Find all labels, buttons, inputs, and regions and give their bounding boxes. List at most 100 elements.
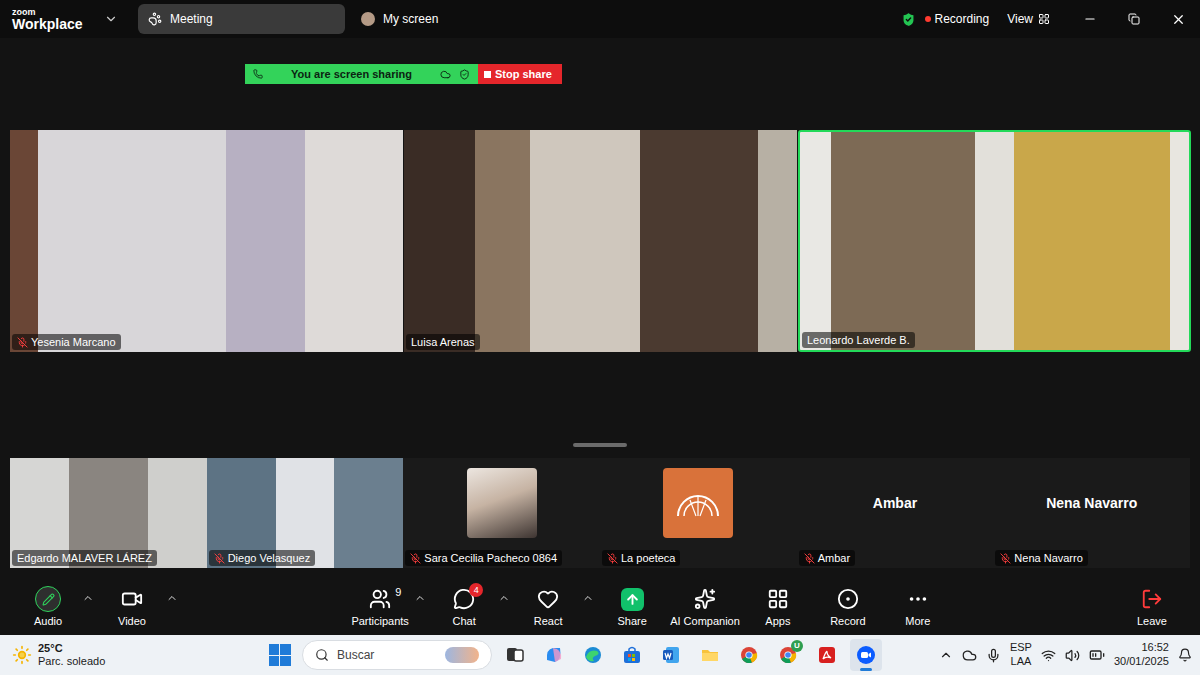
participant-tile[interactable]: Edgardo MALAVER LÁREZ [10,458,207,568]
toolbar-left-group: Audio Video [16,586,178,627]
sharing-status: You are screen sharing [245,64,478,84]
options-caret[interactable] [498,586,510,608]
toolbar-item: Record [816,586,880,627]
taskbar-app[interactable] [733,639,765,671]
profile-badge: U [791,640,803,652]
more-icon [907,588,929,610]
options-caret[interactable] [82,586,94,608]
paw-icon [148,12,162,26]
record-button[interactable]: Record [816,586,880,627]
toolbar-item: Video [100,586,178,627]
chevron-up-icon [82,592,94,604]
share-button[interactable]: Share [600,586,664,627]
folder-icon [700,645,720,665]
apps-button[interactable]: Apps [746,586,810,627]
battery-icon[interactable] [1089,647,1105,663]
taskbar-app[interactable] [694,639,726,671]
task-view-icon [505,645,525,665]
muted-mic-icon [1000,553,1011,564]
close-icon [1171,12,1186,27]
share-icon [621,588,644,611]
audio-button[interactable]: Audio [16,586,80,627]
taskbar-app[interactable] [850,639,882,671]
onedrive-icon[interactable] [962,648,977,663]
name-label: Ambar [799,550,855,566]
weather-widget[interactable]: 25°CParc. soleado [12,642,212,668]
cloud-icon [440,69,451,80]
leave-button[interactable]: Leave [1120,586,1184,627]
store-icon [622,645,642,665]
participant-tile[interactable]: Yesenia Marcano [10,130,403,352]
chevron-up-icon [582,592,594,604]
video-button[interactable]: Video [100,586,164,627]
chevron-down-icon[interactable] [104,12,118,26]
phone-icon [253,69,263,79]
resize-handle[interactable] [573,443,627,447]
ai-button[interactable]: AI Companion [670,586,740,627]
toolbar-item: Apps [746,586,810,627]
view-button[interactable]: View [1007,12,1050,26]
avatar-icon [361,12,375,26]
toolbar-item: Audio [16,586,94,627]
camera-icon [121,588,143,610]
options-caret[interactable] [582,586,594,608]
toolbar-item: More [886,586,950,627]
restore-button[interactable] [1112,0,1156,38]
zoom-app-icon [856,645,876,665]
input-language[interactable]: ESPLAA [1010,641,1032,669]
start-button[interactable] [269,644,291,666]
participant-count: 9 [395,586,401,598]
participant-logo [663,468,733,538]
meeting-area: You are screen sharingStop share Yesenia … [0,38,1200,578]
toolbar-item: Share [600,586,664,627]
participant-tile[interactable]: Nena NavarroNena Navarro [993,458,1190,568]
participant-tile[interactable]: Luisa Arenas [404,130,797,352]
leave-icon [1141,588,1163,610]
annotate-icon [35,586,61,612]
stop-icon [484,71,491,78]
microphone-icon[interactable] [986,648,1001,663]
options-caret[interactable] [414,586,426,608]
unread-badge: 4 [469,583,483,597]
shield-icon [459,69,470,80]
participant-tile[interactable]: Diego Velasquez [207,458,404,568]
chat-button[interactable]: 4Chat [432,586,496,627]
grid-icon [1038,13,1050,25]
taskbar-app[interactable] [538,639,570,671]
toolbar-item: React [516,586,594,627]
taskbar-app[interactable] [811,639,843,671]
options-caret[interactable] [166,586,178,608]
participant-tile[interactable]: La poeteca [600,458,797,568]
title-bar: zoomWorkplaceMeetingMy screenRecordingVi… [0,0,1200,38]
system-tray: ESPLAA 16:5230/01/2025 [939,641,1192,669]
search-highlight-icon [445,647,479,663]
toolbar-item: 4Chat [432,586,510,627]
window-tab[interactable]: My screen [351,4,448,34]
active-speaker-tile[interactable]: Leonardo Laverde B. [798,130,1191,352]
toolbar-right-group: Leave [1120,586,1184,627]
clock[interactable]: 16:5230/01/2025 [1114,641,1169,669]
window-tab[interactable]: Meeting [138,4,345,34]
taskbar-app[interactable] [616,639,648,671]
more-button[interactable]: More [886,586,950,627]
participants-button[interactable]: 9Participants [348,586,412,627]
wifi-icon[interactable] [1041,648,1056,663]
meeting-toolbar: Audio Video 9Participants 4Chat React ShareAI… [0,578,1200,635]
word-icon [661,645,681,665]
taskbar-app[interactable] [577,639,609,671]
react-button[interactable]: React [516,586,580,627]
stop-share-button[interactable]: Stop share [478,64,562,84]
notification-icon[interactable] [1178,648,1192,662]
taskbar-app[interactable]: U [772,639,804,671]
minimize-button[interactable] [1068,0,1112,38]
search-field[interactable]: Buscar [302,640,492,670]
close-button[interactable] [1156,0,1200,38]
chevron-up-icon[interactable] [939,648,953,662]
name-label: Yesenia Marcano [12,334,121,350]
participant-tile[interactable]: Sara Cecilia Pacheco 0864 [403,458,600,568]
participant-tile[interactable]: AmbarAmbar [797,458,994,568]
restore-icon [1128,13,1140,25]
taskbar-app[interactable] [655,639,687,671]
taskbar-app[interactable] [499,639,531,671]
volume-icon[interactable] [1065,648,1080,663]
